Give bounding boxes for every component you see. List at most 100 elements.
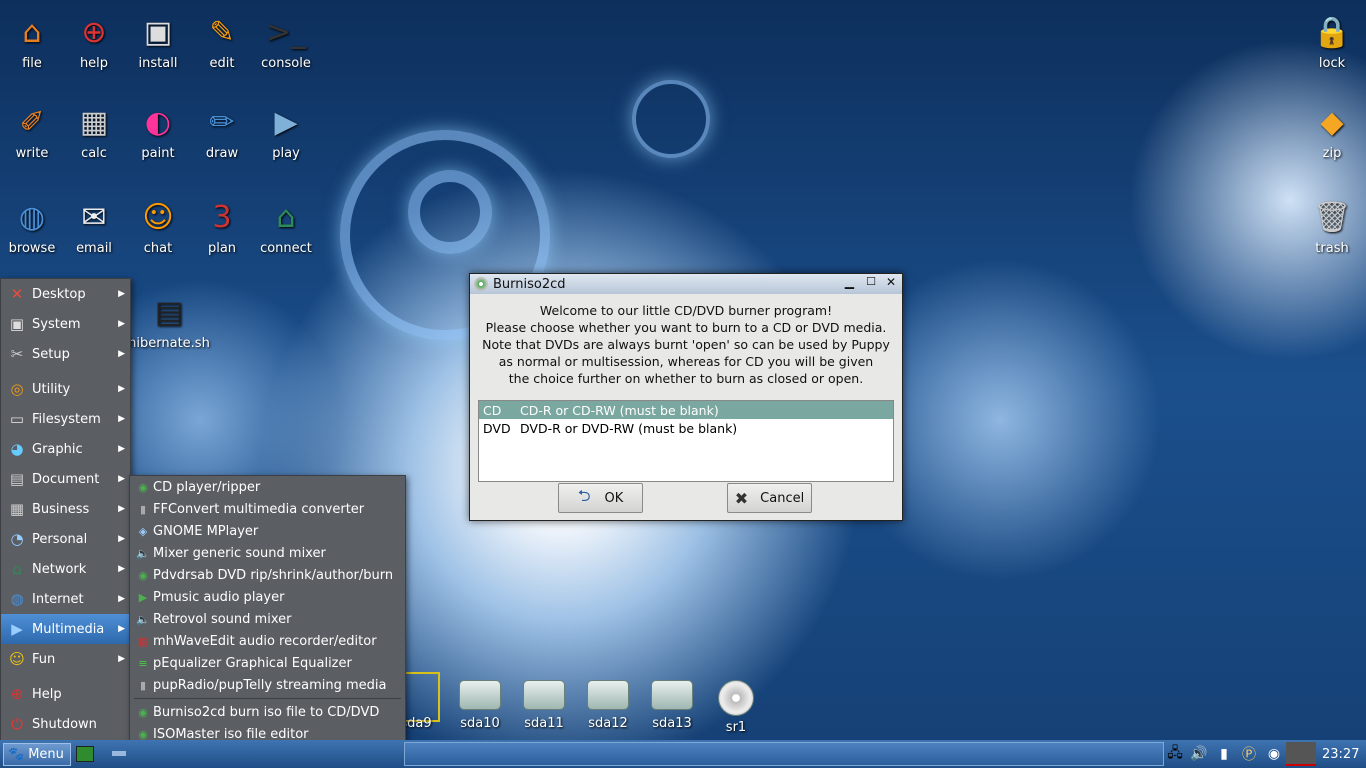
menu-item-personal[interactable]: ◔ Personal ▶ bbox=[1, 524, 130, 554]
desktop-icon-connect[interactable]: ⌂ connect bbox=[251, 197, 321, 257]
option-desc: DVD-R or DVD-RW (must be blank) bbox=[520, 420, 738, 436]
list-row-dvd[interactable]: DVD DVD-R or DVD-RW (must be blank) bbox=[479, 419, 893, 437]
zip-box-icon: ◆ bbox=[1320, 104, 1344, 140]
drive-sda13[interactable]: sda13 bbox=[644, 680, 700, 731]
desktop-icon-draw[interactable]: ✏ draw bbox=[187, 102, 257, 162]
desktop-icon-browse[interactable]: ◍ browse bbox=[0, 197, 67, 257]
battery-icon[interactable]: ▮ bbox=[1212, 746, 1236, 762]
desktop-icon-trash[interactable]: 🗑 trash bbox=[1297, 197, 1366, 257]
submenu-arrow-icon: ▶ bbox=[118, 414, 125, 424]
pencil-icon: ✐ bbox=[19, 104, 45, 140]
padlock-icon: 🔒 bbox=[1313, 14, 1351, 50]
draw-icon: ✏ bbox=[209, 104, 235, 140]
submenu-item[interactable]: 🔈 Retrovol sound mixer bbox=[130, 608, 405, 630]
menu-item-label: Business bbox=[32, 501, 90, 517]
message-line: as normal or multisession, whereas for C… bbox=[498, 354, 874, 369]
desktop-icon-write[interactable]: ✐ write bbox=[0, 102, 67, 162]
menu-item-filesystem[interactable]: ▭ Filesystem ▶ bbox=[1, 404, 130, 434]
app-icon: ◈ bbox=[138, 524, 148, 538]
menu-item-multimedia[interactable]: ▶ Multimedia ▶ bbox=[1, 614, 130, 644]
submenu-arrow-icon: ▶ bbox=[118, 594, 125, 604]
drive-sda12[interactable]: sda12 bbox=[580, 680, 636, 731]
list-row-cd[interactable]: CD CD-R or CD-RW (must be blank) bbox=[479, 401, 893, 419]
menu-item-network[interactable]: ⌂ Network ▶ bbox=[1, 554, 130, 584]
desktop-icon-calc[interactable]: ▦ calc bbox=[59, 102, 129, 162]
task-button[interactable] bbox=[404, 742, 1164, 766]
cancel-x-icon: ✖ bbox=[734, 488, 749, 508]
desktop-icon-hibernate-sh[interactable]: ▤ hibernate.sh bbox=[127, 292, 211, 352]
dialog-titlebar[interactable]: Burniso2cd ▁ ☐ ✕ bbox=[470, 274, 902, 294]
desktop-icon-file[interactable]: ⌂ file bbox=[0, 12, 67, 72]
submenu-item[interactable]: ◉ Burniso2cd burn iso file to CD/DVD bbox=[130, 701, 405, 723]
menu-item-shutdown[interactable]: ⏻ Shutdown bbox=[1, 709, 130, 739]
drive-sda11[interactable]: sda11 bbox=[516, 680, 572, 731]
desktop-icon-help[interactable]: ⊕ help bbox=[59, 12, 129, 72]
maximize-icon[interactable]: ☐ bbox=[866, 275, 876, 288]
desktop-icon-paint[interactable]: ◐ paint bbox=[123, 102, 193, 162]
desktop-icon-label: file bbox=[22, 56, 42, 71]
drive-sda10[interactable]: sda10 bbox=[452, 680, 508, 731]
menu-item-document[interactable]: ▤ Document ▶ bbox=[1, 464, 130, 494]
submenu-item[interactable]: ◈ GNOME MPlayer bbox=[130, 520, 405, 542]
submenu-item[interactable]: ◉ CD player/ripper bbox=[130, 476, 405, 498]
clock[interactable]: 23:27 bbox=[1322, 747, 1359, 762]
submenu-item[interactable]: ▮ FFConvert multimedia converter bbox=[130, 498, 405, 520]
submenu-item-label: Pdvdrsab DVD rip/shrink/author/burn bbox=[153, 567, 394, 583]
menu-item-fun[interactable]: ☺ Fun ▶ bbox=[1, 644, 130, 674]
terminal-icon: >_ bbox=[265, 14, 307, 50]
menu-item-system[interactable]: ▣ System ▶ bbox=[1, 309, 130, 339]
desktop-icon-play[interactable]: ▶ play bbox=[251, 102, 321, 162]
minimize-icon[interactable]: ▁ bbox=[845, 275, 854, 289]
app-icon: ▮ bbox=[139, 502, 147, 516]
hard-drive-icon bbox=[459, 680, 501, 710]
menu-item-internet[interactable]: ◍ Internet ▶ bbox=[1, 584, 130, 614]
network-tray-icon[interactable]: 🖧 bbox=[1164, 742, 1186, 766]
menu-item-utility[interactable]: ◎ Utility ▶ bbox=[1, 374, 130, 404]
desktop-icon-install[interactable]: ▣ install bbox=[123, 12, 193, 72]
menu-button[interactable]: 🐾 Menu bbox=[3, 743, 71, 766]
message-line: Please choose whether you want to burn t… bbox=[485, 320, 887, 335]
volume-icon[interactable]: 🔊 bbox=[1186, 746, 1212, 762]
desktop-icon-label: write bbox=[15, 146, 49, 161]
submenu-arrow-icon: ▶ bbox=[118, 444, 125, 454]
app-icon: ▦ bbox=[137, 634, 149, 648]
drive-sr1[interactable]: sr1 bbox=[708, 680, 764, 735]
desktop-icon-edit[interactable]: ✎ edit bbox=[187, 12, 257, 72]
desktop-icon-lock[interactable]: 🔒 lock bbox=[1297, 12, 1366, 72]
submenu-item[interactable]: ▦ mhWaveEdit audio recorder/editor bbox=[130, 630, 405, 652]
dialog-message: Welcome to our little CD/DVD burner prog… bbox=[470, 294, 902, 395]
close-icon[interactable]: ✕ bbox=[886, 275, 896, 289]
menu-item-desktop[interactable]: ✕ Desktop ▶ bbox=[1, 279, 130, 309]
app-icon: ≡ bbox=[138, 656, 148, 670]
submenu-item-label: pEqualizer Graphical Equalizer bbox=[153, 655, 352, 671]
submenu-item[interactable]: 🔈 Mixer generic sound mixer bbox=[130, 542, 405, 564]
show-desktop-icon[interactable] bbox=[76, 746, 94, 762]
drive-label: sr1 bbox=[725, 720, 747, 735]
submenu-item[interactable]: ≡ pEqualizer Graphical Equalizer bbox=[130, 652, 405, 674]
ok-button[interactable]: ⮌ OK bbox=[558, 483, 643, 513]
desktop-icon-plan[interactable]: 3 plan bbox=[187, 197, 257, 257]
desktop-icon-email[interactable]: ✉ email bbox=[59, 197, 129, 257]
submenu-item-label: mhWaveEdit audio recorder/editor bbox=[153, 633, 377, 649]
submenu-item[interactable]: ◉ Pdvdrsab DVD rip/shrink/author/burn bbox=[130, 564, 405, 586]
desktop-icon-chat[interactable]: ☺ chat bbox=[123, 197, 193, 257]
cancel-button[interactable]: ✖ Cancel bbox=[727, 483, 812, 513]
desktop-icon-label: play bbox=[272, 146, 300, 161]
submenu-arrow-icon: ▶ bbox=[118, 349, 125, 359]
connect-icon: ⌂ bbox=[276, 199, 296, 235]
start-menu: ✕ Desktop ▶ ▣ System ▶ ✂ Setup ▶ ◎ Utility ▶ ▭ Filesy… bbox=[0, 278, 131, 742]
menu-item-help[interactable]: ⊕ Help bbox=[1, 679, 130, 709]
multimedia-icon: ▶ bbox=[11, 620, 23, 638]
submenu-item[interactable]: ▮ pupRadio/pupTelly streaming media bbox=[130, 674, 405, 696]
wifi-icon[interactable]: ◉ bbox=[1262, 746, 1286, 762]
submenu-item[interactable]: ▶ Pmusic audio player bbox=[130, 586, 405, 608]
pager-desktop[interactable] bbox=[112, 751, 126, 756]
menu-item-business[interactable]: ▦ Business ▶ bbox=[1, 494, 130, 524]
desktop-icon-console[interactable]: >_ console bbox=[251, 12, 321, 72]
clipboard-icon[interactable]: Ⓟ bbox=[1236, 744, 1262, 764]
menu-item-graphic[interactable]: ◕ Graphic ▶ bbox=[1, 434, 130, 464]
desktop-icon-zip[interactable]: ◆ zip bbox=[1297, 102, 1366, 162]
paint-bucket-icon: ◐ bbox=[144, 104, 172, 140]
submenu-arrow-icon: ▶ bbox=[118, 384, 125, 394]
menu-item-setup[interactable]: ✂ Setup ▶ bbox=[1, 339, 130, 369]
